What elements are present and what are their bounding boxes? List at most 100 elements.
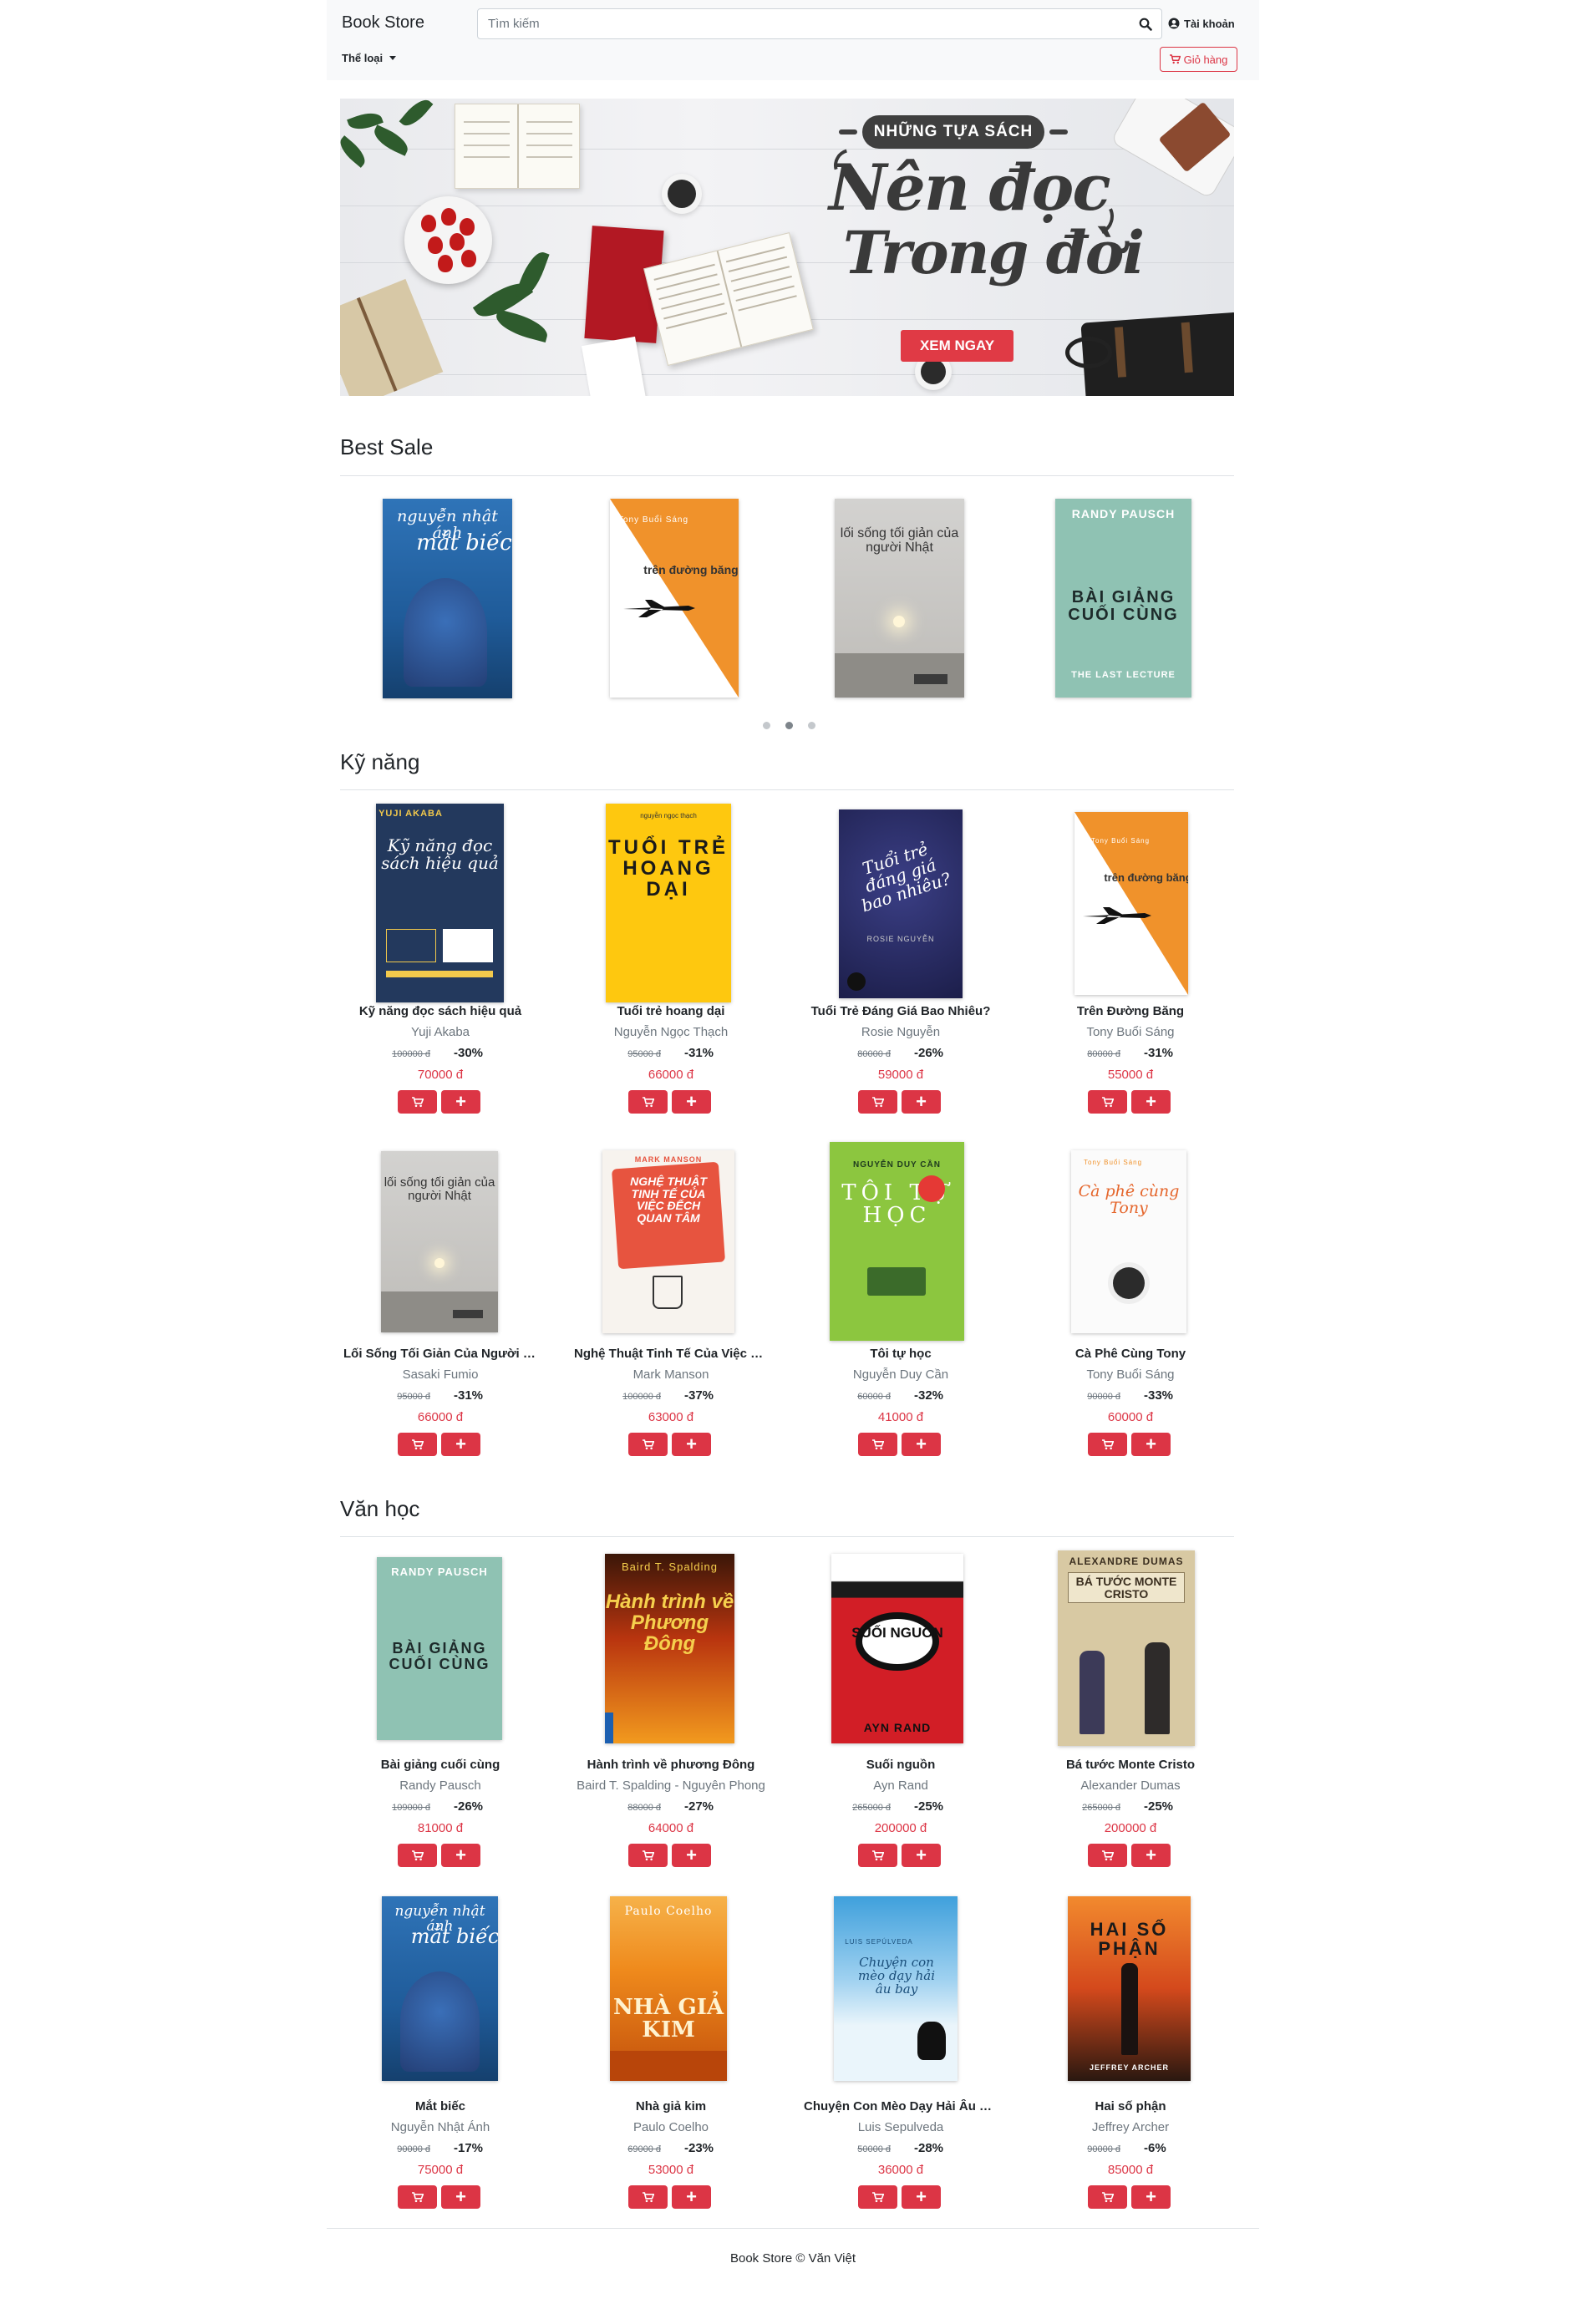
add-to-cart-button[interactable] <box>628 1433 668 1456</box>
product-name[interactable]: Tôi tự học <box>804 1347 998 1361</box>
product-name[interactable]: Hai số phận <box>1034 2099 1227 2113</box>
add-to-cart-button[interactable] <box>628 2185 668 2209</box>
product-cover[interactable]: HAI SỐ PHẬN JEFFREY ARCHER <box>1068 1896 1191 2081</box>
add-button[interactable]: + <box>902 1090 941 1114</box>
add-button[interactable]: + <box>441 1433 480 1456</box>
product-name[interactable]: Tuổi Trẻ Đáng Giá Bao Nhiêu? <box>804 1004 998 1018</box>
product-name[interactable]: Hành trình về phương Đông <box>574 1758 768 1772</box>
plus-icon: + <box>916 1844 927 1865</box>
add-button[interactable]: + <box>1131 1090 1171 1114</box>
add-to-cart-button[interactable] <box>1088 1090 1127 1114</box>
product-cover[interactable]: nguyễn nhật ánh mắt biếc <box>382 1896 498 2081</box>
carousel-book-cover[interactable]: RANDY PAUSCH BÀI GIẢNG CUỐI CÙNG THE LAS… <box>1055 499 1191 698</box>
product-cover[interactable]: Tony Buổi Sáng trên đường băng <box>1074 812 1188 995</box>
product-name[interactable]: Lối Sống Tối Giản Của Người Nhật <box>343 1347 537 1361</box>
product-name[interactable]: Nhà giả kim <box>574 2099 768 2113</box>
account-link[interactable]: Tài khoản <box>1168 13 1235 33</box>
add-button[interactable]: + <box>1131 1844 1171 1867</box>
footer-text: Book Store © Văn Việt <box>729 2251 856 2266</box>
search-icon <box>1139 18 1152 31</box>
product-cover[interactable]: LUIS SEPÚLVEDA Chuyện con mèo dạy hải âu… <box>834 1896 958 2081</box>
product-name[interactable]: Trên Đường Băng <box>1034 1004 1227 1018</box>
product-author: Luis Sepulveda <box>857 2120 944 2134</box>
product-name[interactable]: Mắt biếc <box>343 2099 537 2113</box>
product-cover[interactable]: Tuổi trẻ đáng giá bao nhiêu? ROSIE NGUYỄ… <box>839 809 963 998</box>
product-cover[interactable]: nguyễn ngọc thạch TUỔI TRẺ HOANG DẠI <box>606 804 731 1002</box>
add-to-cart-button[interactable] <box>1088 1844 1127 1867</box>
add-to-cart-button[interactable] <box>398 1844 437 1867</box>
add-to-cart-button[interactable] <box>1088 2185 1127 2209</box>
view-now-button[interactable]: XEM NGAY <box>901 330 1013 362</box>
section-title-literature: Văn học <box>340 1496 420 1521</box>
add-button[interactable]: + <box>902 1433 941 1456</box>
add-button[interactable]: + <box>672 1433 711 1456</box>
search-input[interactable] <box>478 9 1129 38</box>
navbar: Book Store Tài khoản Thể loại Giỏ hàng <box>327 0 1259 80</box>
product-name[interactable]: Nghệ Thuật Tinh Tế Của Việc Đếch Quan Tâ… <box>574 1347 768 1361</box>
product-price: 55000 đ <box>1107 1068 1154 1082</box>
discount-badge: -25% <box>914 1799 944 1814</box>
product-cover[interactable]: ALEXANDRE DUMAS BÁ TƯỚC MONTE CRISTO <box>1058 1550 1195 1746</box>
product-name[interactable]: Tuổi trẻ hoang dại <box>574 1004 768 1018</box>
add-to-cart-button[interactable] <box>398 1090 437 1114</box>
product-cover[interactable]: Paulo Coelho NHÀ GIẢ KIM <box>610 1896 727 2081</box>
add-button[interactable]: + <box>672 1844 711 1867</box>
add-to-cart-button[interactable] <box>398 2185 437 2209</box>
product-name[interactable]: Chuyện Con Mèo Dạy Hải Âu Bay <box>804 2099 998 2113</box>
product-author: Tony Buổi Sáng <box>1086 1368 1175 1382</box>
add-button[interactable]: + <box>902 1844 941 1867</box>
old-price: 80000 đ <box>857 1049 891 1059</box>
carousel-book-cover[interactable]: nguyễn nhật ánh mắt biếc <box>383 499 512 698</box>
product-cover[interactable]: Baird T. Spalding Hành trình về Phương Đ… <box>605 1554 734 1743</box>
add-button[interactable]: + <box>1131 2185 1171 2209</box>
product-name[interactable]: Bài giảng cuối cùng <box>343 1758 537 1772</box>
plus-icon: + <box>1146 1844 1156 1865</box>
carousel-book-cover[interactable]: trên đường băng Tony Buổi Sáng <box>610 499 739 698</box>
add-to-cart-button[interactable] <box>858 2185 897 2209</box>
product-cover[interactable]: MARK MANSON NGHỆ THUẬT TINH TẾ CỦA VIỆC … <box>602 1150 734 1333</box>
product-cover[interactable]: RANDY PAUSCH BÀI GIẢNG CUỐI CÙNG <box>377 1557 502 1740</box>
add-to-cart-button[interactable] <box>858 1090 897 1114</box>
product-price: 36000 đ <box>877 2163 924 2177</box>
add-button[interactable]: + <box>441 2185 480 2209</box>
category-label: Thể loại <box>342 52 384 64</box>
add-button[interactable]: + <box>441 1090 480 1114</box>
cart-icon <box>1101 1439 1114 1449</box>
add-to-cart-button[interactable] <box>1088 1433 1127 1456</box>
search-button[interactable] <box>1129 8 1162 39</box>
product-cover[interactable]: Tony Buổi Sáng Cà phê cùng Tony <box>1071 1150 1186 1333</box>
product-name[interactable]: Cà Phê Cùng Tony <box>1034 1347 1227 1361</box>
carousel-dot-3[interactable] <box>808 722 815 729</box>
banner-strawberry-bowl <box>404 196 492 284</box>
add-to-cart-button[interactable] <box>858 1844 897 1867</box>
add-button[interactable]: + <box>902 2185 941 2209</box>
cart-button[interactable]: Giỏ hàng <box>1160 47 1237 72</box>
brand-logo[interactable]: Book Store <box>342 13 424 33</box>
add-to-cart-button[interactable] <box>628 1090 668 1114</box>
product-name[interactable]: Kỹ năng đọc sách hiệu quả <box>343 1004 537 1018</box>
plus-icon: + <box>686 1433 697 1454</box>
add-button[interactable]: + <box>672 1090 711 1114</box>
divider <box>340 789 1234 790</box>
carousel-dot-1[interactable] <box>763 722 770 729</box>
product-cover[interactable]: SUỐI NGUỒN AYN RAND <box>831 1554 963 1743</box>
search-field[interactable] <box>477 8 1130 39</box>
add-button[interactable]: + <box>441 1844 480 1867</box>
carousel-dot-2[interactable] <box>785 722 793 729</box>
add-button[interactable]: + <box>672 2185 711 2209</box>
add-to-cart-button[interactable] <box>398 1433 437 1456</box>
product-author: Ayn Rand <box>873 1779 928 1793</box>
add-button[interactable]: + <box>1131 1433 1171 1456</box>
promo-banner[interactable]: NHỮNG TỰA SÁCH Nên đọc Trong đời XEM NGA… <box>340 99 1234 396</box>
carousel-book-cover[interactable]: lối sống tối giản của người Nhật <box>835 499 964 698</box>
discount-badge: -25% <box>1144 1799 1174 1814</box>
cart-icon <box>871 1850 884 1860</box>
product-cover[interactable]: lối sống tối giản của người Nhật <box>381 1151 498 1332</box>
product-cover[interactable]: YUJI AKABA Kỹ năng đọc sách hiệu quả <box>376 804 504 1002</box>
product-cover[interactable]: NGUYỄN DUY CẦN TÔI TỰ HỌC <box>830 1142 964 1341</box>
product-name[interactable]: Bá tước Monte Cristo <box>1034 1758 1227 1772</box>
add-to-cart-button[interactable] <box>858 1433 897 1456</box>
product-name[interactable]: Suối nguồn <box>804 1758 998 1772</box>
add-to-cart-button[interactable] <box>628 1844 668 1867</box>
category-dropdown[interactable]: Thể loại <box>342 52 397 64</box>
